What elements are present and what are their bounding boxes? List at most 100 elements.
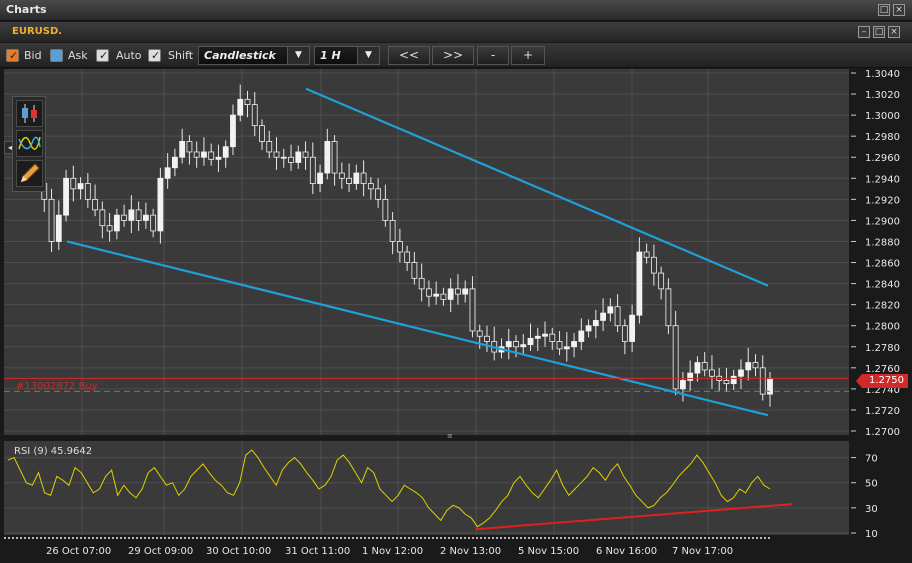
candle-body <box>375 188 382 200</box>
candle-body <box>658 272 665 290</box>
candle-body <box>462 288 469 295</box>
candle-body <box>636 251 643 316</box>
candle-body <box>440 293 447 300</box>
timeframe-select[interactable]: 1 H ▼ <box>314 46 380 65</box>
indicator-tool-icon[interactable] <box>16 130 43 157</box>
candle-body <box>55 214 62 242</box>
y-tick-label: 1.2920 <box>865 195 900 206</box>
candle-body <box>701 362 708 371</box>
current-price-badge: 1.2750 <box>856 374 908 388</box>
bid-label: Bid <box>24 49 42 62</box>
candle-body <box>650 256 657 274</box>
candle-body <box>353 172 360 184</box>
candle-body <box>600 312 606 321</box>
ask-checkbox[interactable] <box>50 49 63 62</box>
window-title: Charts <box>6 3 47 16</box>
candle-body <box>396 241 403 253</box>
candle-body <box>433 293 440 297</box>
candle-body <box>259 125 265 142</box>
pencil-tool-icon[interactable] <box>16 160 43 187</box>
candle-body <box>505 341 512 348</box>
scroll-back-button[interactable]: << <box>388 46 430 65</box>
chart-canvas[interactable]: 1.3040 1.3020 1.3000 1.2980 1.2960 1.2940 1.29… <box>0 69 912 563</box>
maximize-icon[interactable]: □ <box>878 4 890 16</box>
candle-body <box>208 151 215 160</box>
bid-checkbox[interactable]: ✓ <box>6 49 19 62</box>
candle-body <box>113 214 120 232</box>
window-titlebar: Charts □ × <box>0 0 912 21</box>
candle-body <box>70 177 77 190</box>
rsi-tick-label: 50 <box>865 479 878 490</box>
rsi-tick-label: 70 <box>865 454 878 465</box>
candle-body <box>164 167 171 179</box>
zoom-out-button[interactable]: - <box>477 46 509 65</box>
y-tick-label: 1.2960 <box>865 153 900 164</box>
restore-icon[interactable]: □ <box>873 26 885 38</box>
candle-body <box>84 183 91 200</box>
shift-checkbox[interactable]: ✓ <box>148 49 161 62</box>
x-tick-label: 1 Nov 12:00 <box>362 546 423 557</box>
y-tick-label: 1.2840 <box>865 280 900 291</box>
pane-splitter[interactable]: ≡ <box>447 433 463 440</box>
candle-body <box>251 104 258 127</box>
x-tick-label: 29 Oct 09:00 <box>128 546 193 557</box>
rsi-pane <box>4 441 849 535</box>
chevron-down-icon[interactable]: ▼ <box>287 47 309 64</box>
chart-window-titlebar: EURUSD. – □ × <box>0 22 912 42</box>
candle-body <box>302 151 309 158</box>
candle-body <box>106 225 113 232</box>
chart-area[interactable]: 1.3040 1.3020 1.3000 1.2980 1.2960 1.2940 1.29… <box>0 69 912 563</box>
candle-body <box>680 380 686 390</box>
y-tick-label: 1.2760 <box>865 364 900 375</box>
candle-body <box>157 177 164 232</box>
candle-body <box>92 198 98 211</box>
y-tick-label: 1.3040 <box>865 69 900 80</box>
candle-body <box>592 320 599 327</box>
candle-body <box>621 325 628 342</box>
candle-body <box>360 172 367 184</box>
auto-checkbox[interactable]: ✓ <box>96 49 109 62</box>
x-tick-label: 30 Oct 10:00 <box>206 546 271 557</box>
x-tick-label: 7 Nov 17:00 <box>672 546 733 557</box>
candle-body <box>738 369 744 377</box>
candle-body <box>585 325 592 332</box>
x-tick-label: 5 Nov 15:00 <box>518 546 579 557</box>
x-tick-label: 31 Oct 11:00 <box>285 546 350 557</box>
close-icon[interactable]: × <box>893 4 905 16</box>
minimize-icon[interactable]: – <box>858 26 870 38</box>
candle-body <box>121 214 128 221</box>
candle-body <box>193 151 200 158</box>
y-tick-label: 1.2700 <box>865 427 900 438</box>
candle-body <box>389 220 396 242</box>
candle-body <box>643 251 650 258</box>
candle-body <box>186 141 193 153</box>
candle-body <box>150 214 157 232</box>
candle-body <box>571 341 577 348</box>
candle-body <box>215 156 222 160</box>
candle-body <box>563 346 570 350</box>
x-tick-label: 6 Nov 16:00 <box>596 546 657 557</box>
candle-body <box>309 156 316 184</box>
candle-body <box>418 277 425 290</box>
zoom-in-button[interactable]: + <box>511 46 545 65</box>
candle-body <box>367 183 374 190</box>
candle-body <box>230 114 236 148</box>
chevron-down-icon[interactable]: ▼ <box>357 47 379 64</box>
candle-body <box>752 362 759 369</box>
candle-body <box>338 172 345 179</box>
price-pane <box>4 69 849 435</box>
candle-body <box>694 362 701 374</box>
y-tick-label: 1.3000 <box>865 111 900 122</box>
chart-close-icon[interactable]: × <box>888 26 900 38</box>
candle-body <box>730 375 737 385</box>
candle-body <box>614 306 621 327</box>
chart-type-select[interactable]: Candlestick ▼ <box>198 46 310 65</box>
candle-body <box>63 177 69 216</box>
scroll-forward-button[interactable]: >> <box>432 46 474 65</box>
candle-body <box>222 146 229 158</box>
candle-body <box>556 341 563 350</box>
candlestick-tool-icon[interactable] <box>16 100 43 127</box>
candle-body <box>672 325 679 390</box>
drawing-toolbox <box>12 96 46 192</box>
candle-body <box>201 151 207 158</box>
